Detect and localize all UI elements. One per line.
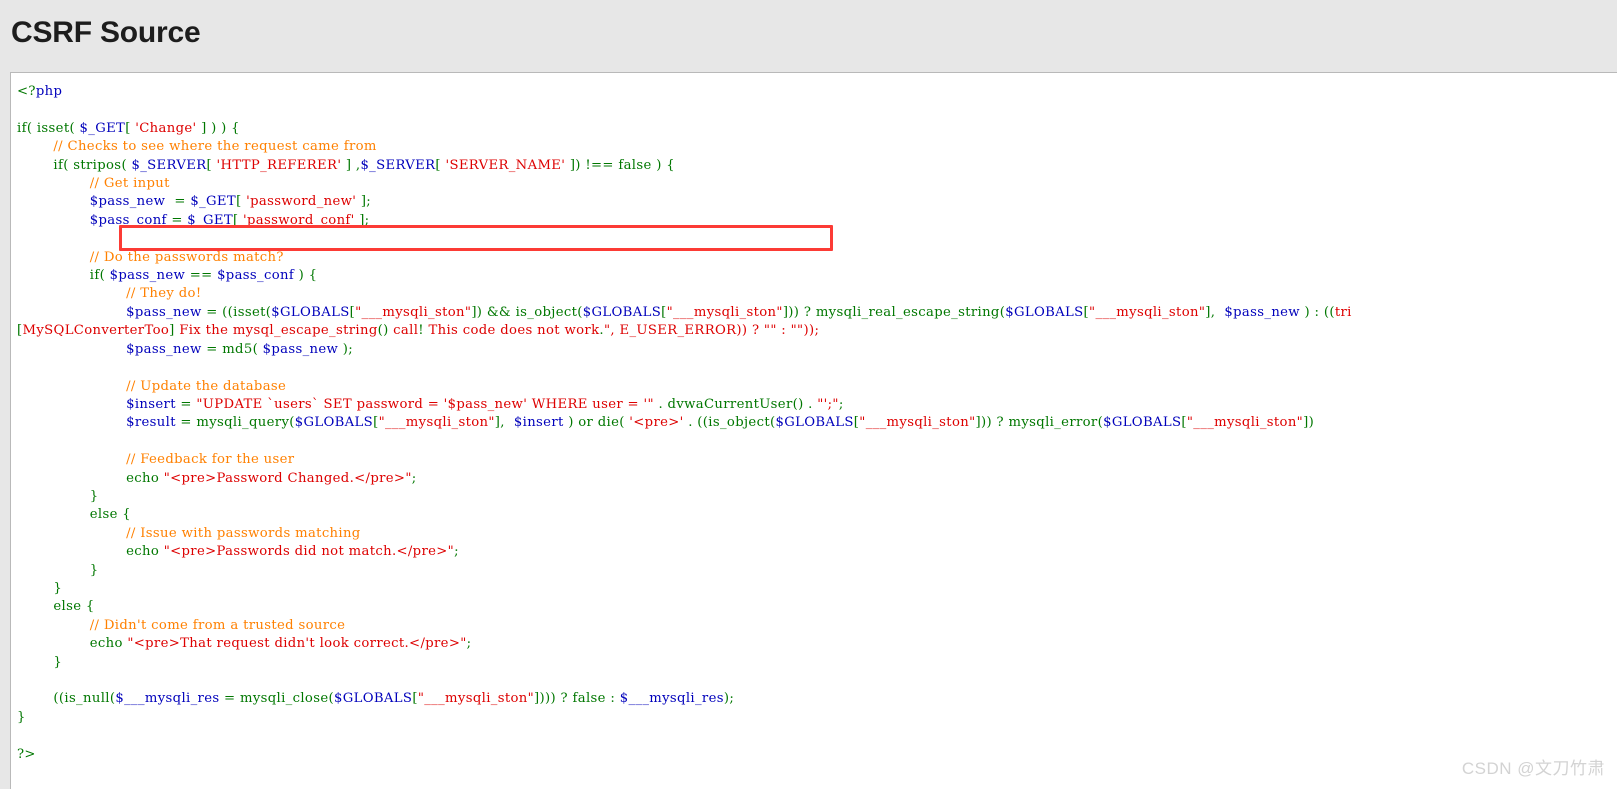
source-code-scroll-area[interactable]: <?php if( isset( $_GET[ 'Change' ] ) ) {… [11, 73, 1617, 789]
source-code-panel: <?php if( isset( $_GET[ 'Change' ] ) ) {… [10, 72, 1617, 789]
php-source-code: <?php if( isset( $_GET[ 'Change' ] ) ) {… [17, 84, 1352, 762]
csdn-watermark: CSDN @文刀竹肃 [1461, 759, 1605, 778]
page-title: CSRF Source [11, 16, 201, 49]
screenshot-root: CSRF Source <?php if( isset( $_GET[ 'Cha… [0, 0, 1617, 789]
